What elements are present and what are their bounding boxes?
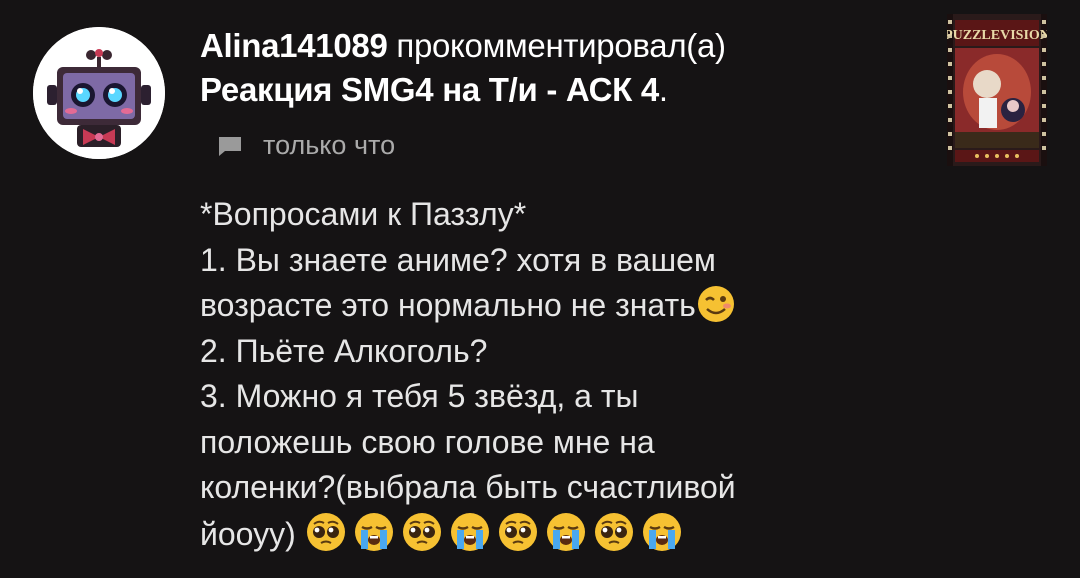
comment-line: 3. Можно я тебя 5 звёзд, а ты bbox=[200, 378, 639, 414]
pleading-face-icon bbox=[497, 511, 539, 553]
robot-avatar-icon bbox=[33, 27, 165, 159]
crying-face-icon bbox=[449, 511, 491, 553]
crying-face-icon bbox=[545, 511, 587, 553]
comment-icon bbox=[217, 135, 243, 157]
post-thumbnail[interactable]: PUZZLEVISION bbox=[947, 14, 1047, 166]
pleading-face-icon bbox=[401, 511, 443, 553]
action-text: прокомментировал(а) bbox=[396, 27, 726, 64]
comment-line: 1. Вы знаете аниме? хотя в вашем bbox=[200, 241, 716, 278]
timestamp: только что bbox=[263, 130, 396, 160]
post-thumbnail-icon: PUZZLEVISION bbox=[947, 14, 1047, 166]
comment-last-line: йооуу) bbox=[200, 511, 1060, 558]
pleading-face-icon bbox=[305, 511, 347, 553]
crying-face-icon bbox=[641, 511, 683, 553]
notification-header: Alina141089 прокомментировал(а) Реакция … bbox=[200, 24, 900, 112]
notification-meta: только что bbox=[217, 130, 395, 161]
comment-line-text: йооуу) bbox=[200, 515, 296, 552]
comment-line: положешь свою голове мне на bbox=[200, 423, 655, 460]
winking-face-icon bbox=[696, 284, 736, 324]
emoji-row bbox=[305, 512, 689, 552]
comment-line: коленки?(выбрала быть счастливой bbox=[200, 469, 736, 505]
comment-line-text: возрасте это нормально не знать bbox=[200, 287, 696, 323]
comment-line: *Вопросами к Паззлу* bbox=[200, 196, 527, 232]
user-avatar[interactable] bbox=[33, 27, 165, 159]
title-end: . bbox=[658, 71, 668, 108]
comment-line: 2. Пьёте Алкоголь? bbox=[200, 332, 488, 369]
crying-face-icon bbox=[353, 511, 395, 553]
post-title-link[interactable]: Реакция SMG4 на Т/и - АСК 4 bbox=[200, 71, 659, 108]
comment-line-with-emoji: возрасте это нормально не знать bbox=[200, 283, 1060, 329]
pleading-face-icon bbox=[593, 511, 635, 553]
username-link[interactable]: Alina141089 bbox=[200, 27, 388, 64]
svg-text:PUZZLEVISION: PUZZLEVISION bbox=[947, 28, 1047, 43]
comment-body: *Вопросами к Паззлу* 1. Вы знаете аниме?… bbox=[200, 192, 1060, 557]
